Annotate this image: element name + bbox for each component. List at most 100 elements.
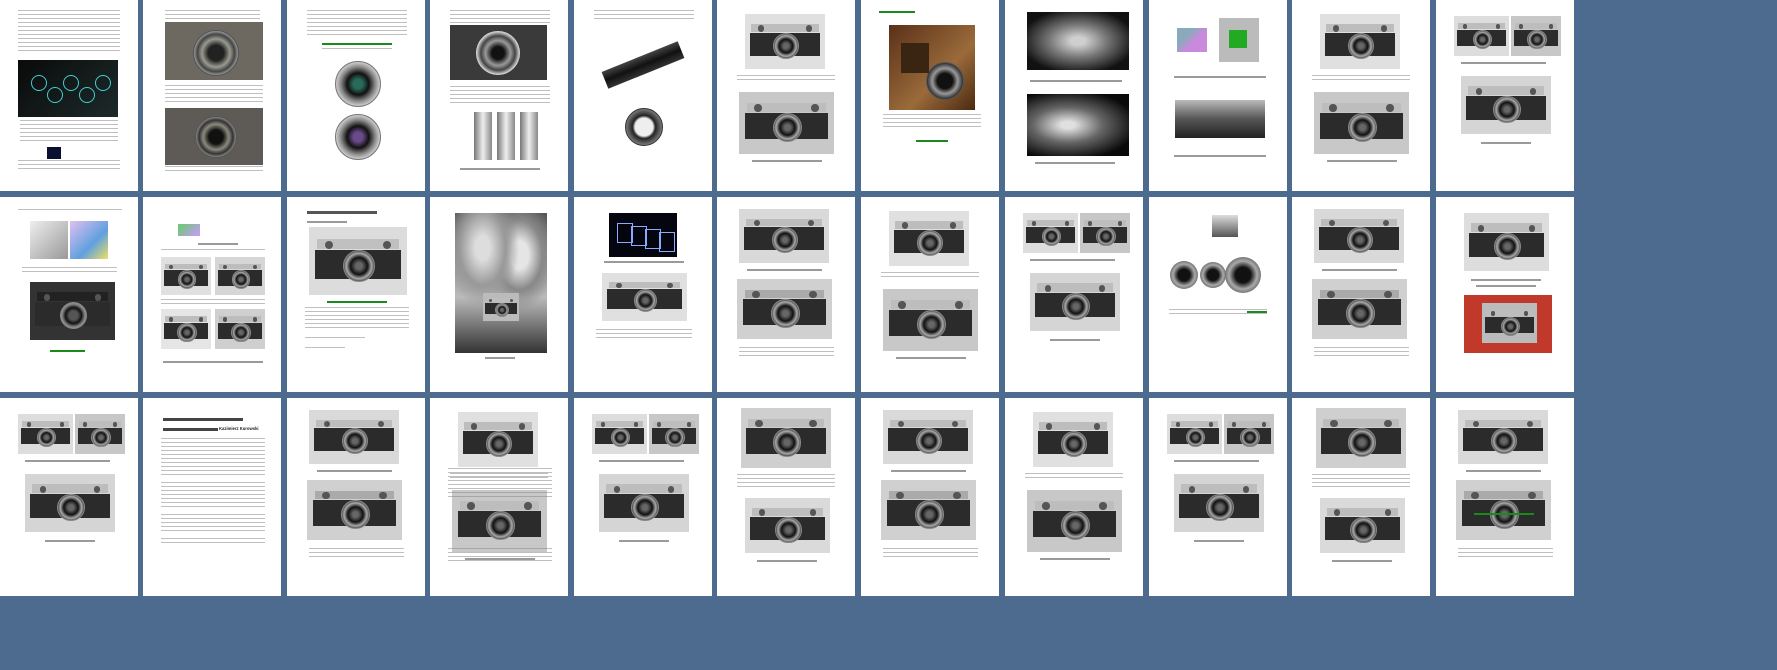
page-thumbnail[interactable] <box>430 398 568 596</box>
camera-photo <box>599 474 689 532</box>
red-background-photo <box>1464 295 1552 353</box>
page-thumbnail[interactable] <box>0 197 138 392</box>
camera-photo <box>1314 92 1409 154</box>
camera-photo <box>1316 408 1406 468</box>
cutaway-photo <box>1167 88 1272 148</box>
page-thumbnail[interactable] <box>287 398 425 596</box>
prism <box>1177 28 1207 52</box>
caption-line <box>1332 560 1392 562</box>
camera-photo <box>889 211 969 266</box>
caption-line <box>896 357 966 359</box>
page-thumbnail[interactable] <box>717 398 855 596</box>
lens-shape <box>95 75 111 91</box>
lens-shape <box>39 485 47 493</box>
caption-line <box>1466 470 1541 472</box>
page-thumbnail[interactable]: Kazimierz Kurowski <box>143 398 281 596</box>
page-thumbnail[interactable] <box>574 398 712 596</box>
lens-barrel <box>474 112 492 160</box>
caption-text <box>22 267 117 275</box>
lens-shape <box>26 422 32 427</box>
caption-line <box>619 540 669 542</box>
lens-shape <box>752 291 760 299</box>
lens-shape <box>772 428 802 457</box>
lens-shape <box>667 485 675 493</box>
lens-shape <box>1490 311 1496 316</box>
prism-diagram <box>30 221 68 259</box>
lens-shape <box>915 500 944 529</box>
page-thumbnail[interactable] <box>861 197 999 392</box>
lens-shape <box>754 104 762 112</box>
lens-shape <box>757 25 765 32</box>
camera-photo <box>741 408 831 468</box>
page-thumbnail[interactable] <box>1436 398 1574 596</box>
page-thumbnail[interactable] <box>574 0 712 191</box>
lens-shape <box>1064 221 1070 226</box>
link-line <box>327 301 387 303</box>
page-thumbnail[interactable] <box>717 197 855 392</box>
camera-photo <box>1023 213 1078 253</box>
page-thumbnail[interactable] <box>0 0 138 191</box>
lens-shape <box>342 428 368 455</box>
lens-photo <box>165 22 263 80</box>
body-text <box>450 86 550 106</box>
page-thumbnail[interactable] <box>1005 197 1143 392</box>
page-thumbnail[interactable] <box>861 398 999 596</box>
page-thumbnail[interactable] <box>717 0 855 191</box>
caption-text <box>20 120 118 142</box>
lens-barrel <box>601 41 685 89</box>
camera-photo <box>161 257 211 295</box>
bellows <box>901 43 929 73</box>
lens-shape <box>926 62 964 100</box>
page-thumbnail[interactable] <box>1292 0 1430 191</box>
page-thumbnail[interactable] <box>1292 197 1430 392</box>
camera-photo <box>307 480 402 540</box>
lens-shape <box>231 322 251 343</box>
xray-photo <box>1027 12 1129 70</box>
caption-text <box>1312 75 1410 83</box>
lens-shape <box>1384 291 1392 299</box>
lens-shape <box>775 516 802 543</box>
page-thumbnail[interactable] <box>861 0 999 191</box>
caption-line <box>1030 259 1115 261</box>
page-thumbnail[interactable] <box>1005 0 1143 191</box>
page-subheading <box>163 428 218 431</box>
page-thumbnail[interactable] <box>1149 398 1287 596</box>
caption-text <box>881 272 979 280</box>
page-thumbnail[interactable] <box>287 197 425 392</box>
lens-shape <box>949 222 957 229</box>
caption-text <box>739 347 834 357</box>
body-text <box>161 538 265 546</box>
page-thumbnail[interactable] <box>430 0 568 191</box>
page-thumbnail[interactable] <box>143 197 281 392</box>
xray-photo <box>1027 94 1129 156</box>
lens-shape <box>168 317 174 322</box>
lens-shape <box>195 116 237 158</box>
caption-line <box>1050 339 1100 341</box>
page-thumbnail[interactable] <box>574 197 712 392</box>
lens-shape <box>809 509 817 516</box>
body-text <box>161 514 265 532</box>
page-thumbnail[interactable] <box>143 0 281 191</box>
camera-photo <box>883 289 978 351</box>
lens-shape <box>613 485 621 493</box>
lens-shape <box>82 422 88 427</box>
page-thumbnail[interactable] <box>1292 398 1430 596</box>
lens-shape <box>1208 422 1214 427</box>
lens-shape <box>1347 32 1375 59</box>
mirror-highlight <box>1229 30 1247 48</box>
page-thumbnail[interactable] <box>1149 197 1287 392</box>
lens-shape <box>467 502 475 510</box>
page-thumbnail[interactable] <box>1436 197 1574 392</box>
page-thumbnail[interactable] <box>1149 0 1287 191</box>
page-thumbnail[interactable] <box>287 0 425 191</box>
lens-shape <box>625 108 663 146</box>
camera-photo <box>739 92 834 154</box>
wood-camera-photo <box>889 25 975 110</box>
page-thumbnail[interactable] <box>430 197 568 392</box>
page-thumbnail[interactable] <box>1005 398 1143 596</box>
lens-shape <box>1261 422 1267 427</box>
body-text <box>161 438 265 478</box>
page-thumbnail[interactable] <box>1436 0 1574 191</box>
page-thumbnail[interactable] <box>0 398 138 596</box>
camera-photo <box>1224 414 1274 454</box>
